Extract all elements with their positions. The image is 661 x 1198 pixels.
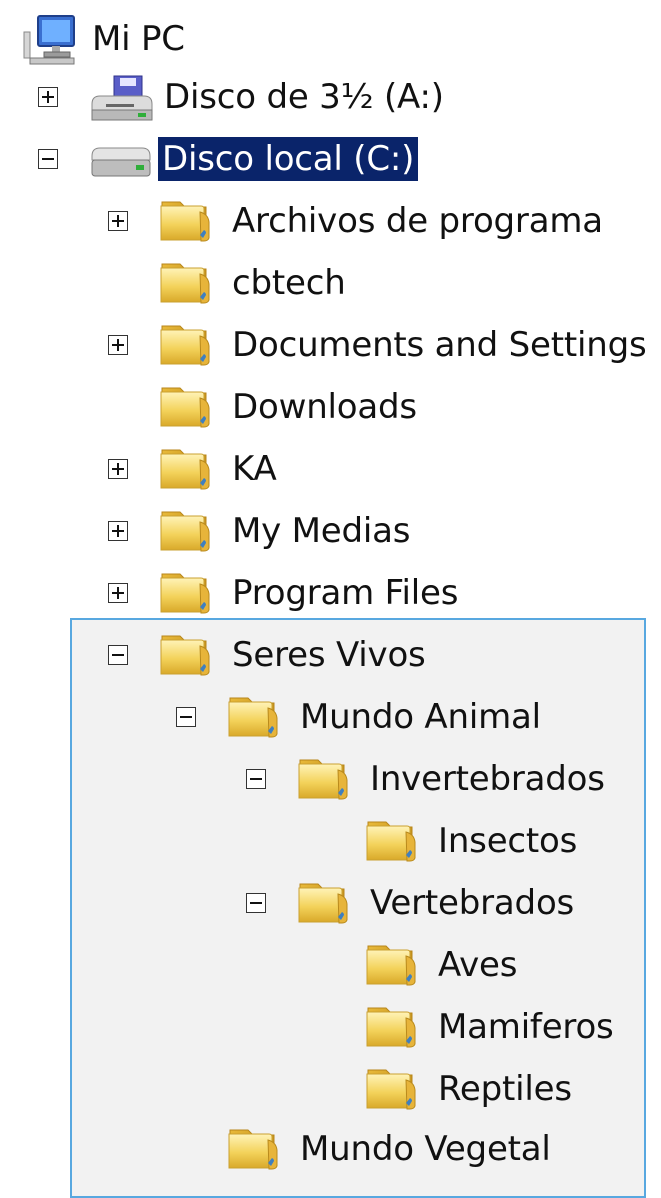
expand-plus-icon[interactable] xyxy=(108,459,128,479)
folder-icon xyxy=(364,1064,418,1112)
tree-item-label: cbtech xyxy=(232,263,346,303)
tree-item-label: Aves xyxy=(438,945,518,985)
tree-item-label: Program Files xyxy=(232,573,459,613)
tree-item-label: Vertebrados xyxy=(370,883,575,923)
tree-item-label: Invertebrados xyxy=(370,759,605,799)
collapse-minus-icon[interactable] xyxy=(38,149,58,169)
expand-plus-icon[interactable] xyxy=(108,335,128,355)
computer-icon xyxy=(23,15,75,65)
tree-root-label: Mi PC xyxy=(92,19,185,59)
folder-icon xyxy=(364,940,418,988)
tree-item-label: Documents and Settings xyxy=(232,325,647,365)
expand-plus-icon[interactable] xyxy=(108,583,128,603)
tree-item-label: Disco de 3½ (A:) xyxy=(164,77,444,117)
folder-icon xyxy=(226,692,280,740)
tree-item-label: Mundo Vegetal xyxy=(300,1129,551,1169)
hard-drive-icon xyxy=(91,147,151,177)
folder-icon xyxy=(364,1002,418,1050)
folder-icon xyxy=(158,320,212,368)
tree-item-label: Reptiles xyxy=(438,1069,572,1109)
collapse-minus-icon[interactable] xyxy=(246,893,266,913)
expand-plus-icon[interactable] xyxy=(108,521,128,541)
tree-item-label-selected: Disco local (C:) xyxy=(158,137,419,181)
tree-item-label: KA xyxy=(232,449,277,489)
folder-icon xyxy=(158,568,212,616)
folder-icon xyxy=(158,506,212,554)
tree-item-label: Insectos xyxy=(438,821,578,861)
tree-item-label: My Medias xyxy=(232,511,411,551)
tree-item-label: Archivos de programa xyxy=(232,201,603,241)
folder-icon xyxy=(364,816,418,864)
tree-item-label: Seres Vivos xyxy=(232,635,426,675)
collapse-minus-icon[interactable] xyxy=(108,645,128,665)
floppy-drive-icon xyxy=(91,75,153,121)
folder-icon xyxy=(158,382,212,430)
folder-icon xyxy=(296,878,350,926)
tree-item-label: Mamiferos xyxy=(438,1007,614,1047)
folder-icon xyxy=(158,444,212,492)
expand-plus-icon[interactable] xyxy=(108,211,128,231)
folder-icon xyxy=(158,258,212,306)
expand-plus-icon[interactable] xyxy=(38,87,58,107)
tree-item-label: Downloads xyxy=(232,387,417,427)
collapse-minus-icon[interactable] xyxy=(176,707,196,727)
tree-item-label: Mundo Animal xyxy=(300,697,541,737)
folder-icon xyxy=(158,630,212,678)
folder-icon xyxy=(226,1124,280,1172)
collapse-minus-icon[interactable] xyxy=(246,769,266,789)
folder-icon xyxy=(158,196,212,244)
folder-icon xyxy=(296,754,350,802)
